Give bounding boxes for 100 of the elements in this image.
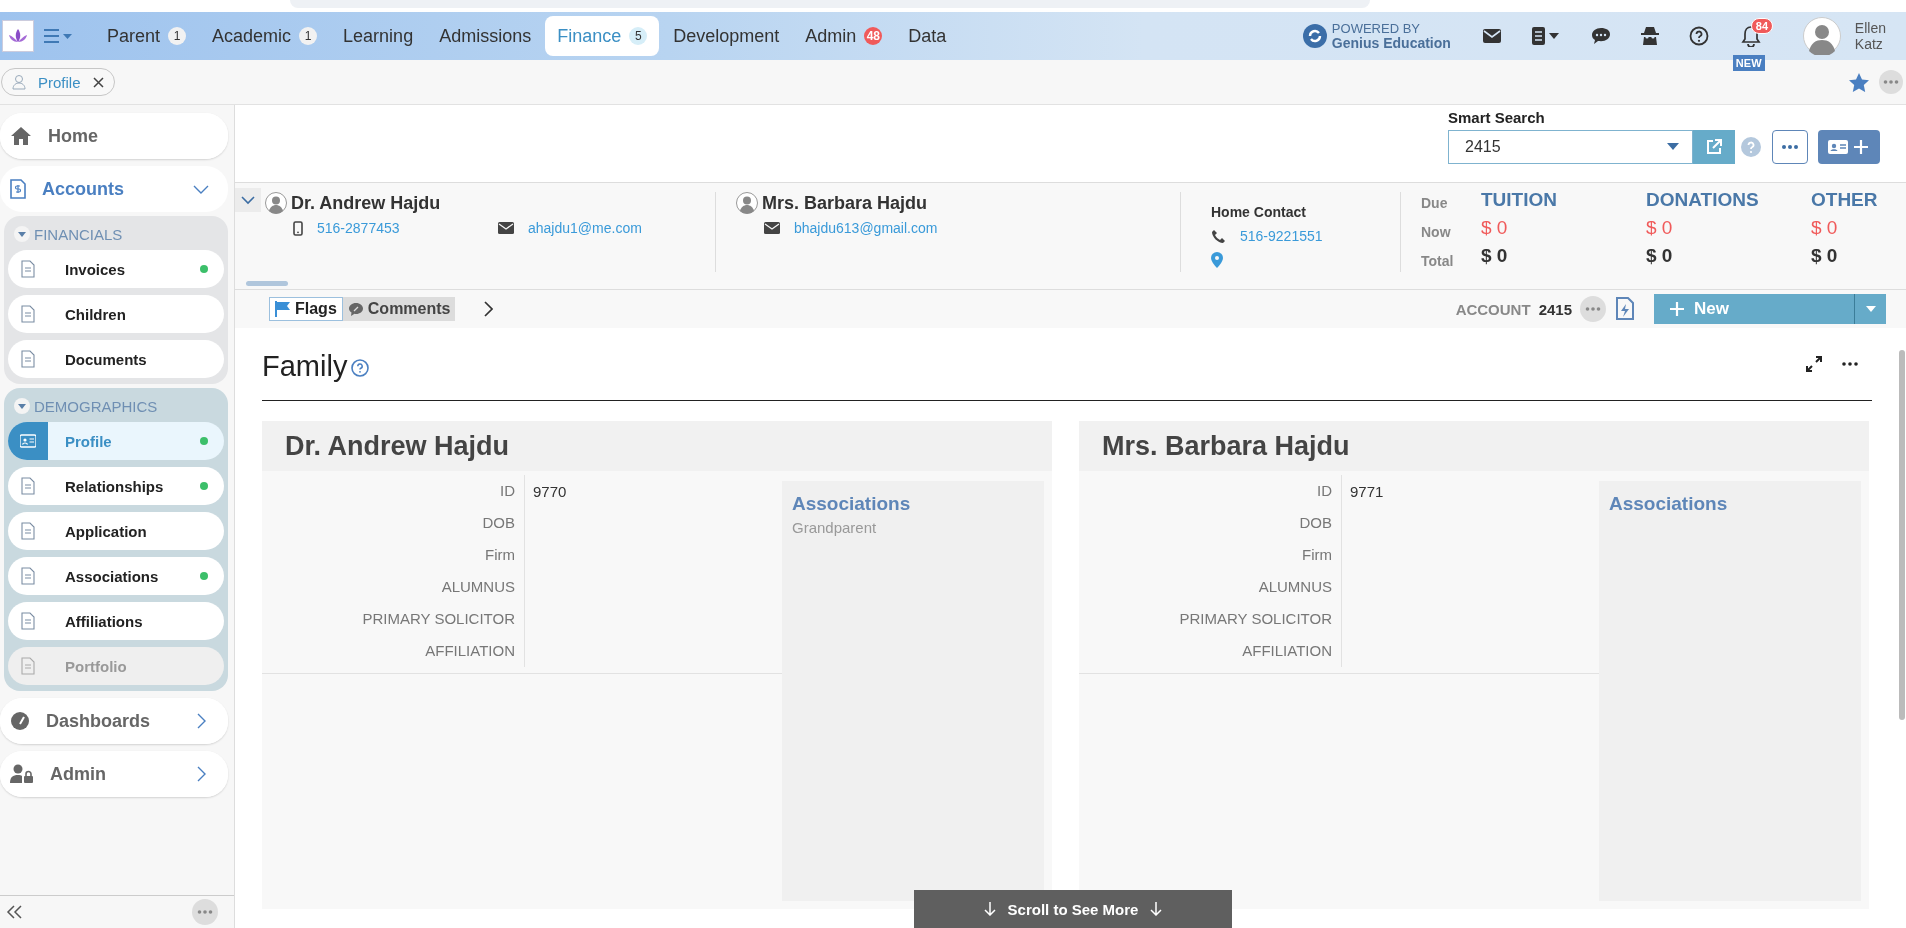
count-badge: 5 — [629, 27, 648, 45]
caret-icon — [1865, 306, 1876, 312]
lotus-logo-icon[interactable] — [2, 20, 34, 52]
field-label: ID — [262, 475, 525, 507]
resize-handle[interactable] — [246, 281, 288, 286]
sidebar-section[interactable]: Home — [0, 113, 228, 159]
flag-icon — [275, 301, 291, 317]
home-contact-label: Home Contact — [1211, 204, 1307, 220]
location-pin-icon[interactable] — [1211, 252, 1223, 268]
member-name: Mrs. Barbara Hajdu — [1102, 430, 1350, 462]
balance-row-label: Due — [1421, 195, 1449, 213]
news-dropdown-icon[interactable] — [1530, 27, 1561, 45]
help-icon[interactable] — [1688, 26, 1709, 46]
more-icon[interactable] — [1842, 362, 1858, 366]
section-title: Family — [262, 349, 348, 383]
spy-icon[interactable] — [1640, 26, 1659, 46]
balance-row-label: Now — [1421, 224, 1452, 242]
star-icon[interactable] — [1849, 72, 1869, 92]
field-label: PRIMARY SOLICITOR — [1079, 603, 1342, 635]
more-button[interactable] — [1772, 130, 1808, 164]
field-label: ID — [1079, 475, 1342, 507]
flag-tab[interactable]: Flags — [269, 297, 343, 321]
sidebar-section[interactable]: Accounts — [0, 166, 228, 212]
contact-name: Dr. Andrew Hajdu — [291, 192, 441, 214]
search-input[interactable]: 2415 — [1463, 137, 1667, 157]
nav-tab[interactable]: Development — [661, 16, 792, 56]
scrollbar[interactable] — [1899, 350, 1905, 720]
document-bolt-icon[interactable] — [1614, 297, 1636, 321]
account-label: ACCOUNT — [1455, 300, 1531, 318]
nav-tab[interactable]: Admin 48 — [793, 16, 895, 56]
chat-icon[interactable] — [1590, 27, 1611, 45]
nav-tab[interactable]: Learning — [331, 16, 426, 56]
sidebar-item[interactable]: Relationships — [8, 467, 224, 505]
mail-icon[interactable] — [1482, 29, 1501, 43]
field-label: AFFILIATION — [1079, 635, 1342, 667]
sidebar-item[interactable]: Application — [8, 512, 224, 550]
group-label: FINANCIALS — [34, 225, 123, 243]
menu-icon[interactable] — [43, 28, 73, 44]
balance-total: $ 0 — [1811, 245, 1839, 267]
chevron-icon[interactable] — [483, 301, 494, 317]
field-value: 9771 — [1350, 482, 1384, 500]
comment-icon — [347, 301, 364, 317]
collapse-caret-icon[interactable] — [14, 226, 30, 242]
smart-search-field[interactable]: 2415 — [1448, 130, 1693, 164]
dropdown-caret-icon[interactable] — [1667, 143, 1679, 151]
flag-tab[interactable]: Comments — [342, 297, 456, 321]
mail-icon — [764, 222, 780, 234]
sidebar-item[interactable]: Invoices — [8, 250, 224, 288]
open-external-button[interactable] — [1693, 130, 1735, 164]
file-icon — [20, 350, 36, 368]
sidebar-item[interactable]: Documents — [8, 340, 224, 378]
nav-tab[interactable]: Admissions — [427, 16, 544, 56]
sidebar-section[interactable]: Dashboards — [0, 698, 228, 744]
plus-icon — [1670, 302, 1684, 316]
balance-title: OTHER — [1811, 189, 1878, 211]
balance-title: DONATIONS — [1646, 189, 1760, 211]
chevron-down-icon — [241, 195, 255, 205]
mail-icon — [498, 222, 514, 234]
gauge-icon — [10, 711, 30, 731]
count-badge: 48 — [864, 27, 883, 45]
nav-tab[interactable]: Data — [896, 16, 959, 56]
sidebar-item[interactable]: Associations — [8, 557, 224, 595]
user-last-name: Katz — [1854, 36, 1884, 52]
user-first-name: Ellen — [1854, 20, 1886, 36]
balance-title: TUITION — [1481, 189, 1558, 211]
nav-tab[interactable]: Finance 5 — [545, 16, 660, 56]
dropdown-caret-button[interactable] — [1854, 294, 1886, 324]
field-label: ALUMNUS — [262, 571, 525, 603]
field-label: DOB — [262, 507, 525, 539]
arrow-down-icon — [983, 902, 996, 916]
nav-tab[interactable]: Academic 1 — [200, 16, 330, 56]
associations-title: Associations — [792, 493, 912, 515]
sidebar-item[interactable]: Children — [8, 295, 224, 333]
sidebar-item[interactable]: Affiliations — [8, 602, 224, 640]
external-link-icon — [1705, 138, 1723, 156]
collapse-caret-icon[interactable] — [14, 398, 30, 414]
double-chevron-icon[interactable] — [6, 905, 24, 919]
balance-total: $ 0 — [1646, 245, 1674, 267]
associations-title: Associations — [1609, 493, 1729, 515]
balance-due-now: $ 0 — [1481, 217, 1509, 239]
association-item: Grandparent — [792, 519, 878, 536]
phone-icon — [1211, 228, 1226, 244]
add-contact-button[interactable] — [1818, 130, 1880, 164]
expand-icon[interactable] — [1806, 356, 1822, 372]
smart-search-label: Smart Search — [1448, 109, 1546, 126]
field-label: DOB — [1079, 507, 1342, 539]
group-label: DEMOGRAPHICS — [34, 397, 158, 415]
member-name: Dr. Andrew Hajdu — [285, 430, 510, 462]
arrow-down-icon — [1150, 902, 1163, 916]
nav-tab[interactable]: Parent 1 — [95, 16, 199, 56]
count-badge: 1 — [299, 27, 318, 45]
field-label: Firm — [262, 539, 525, 571]
collapse-button[interactable] — [235, 188, 261, 212]
id-card-icon — [20, 432, 36, 450]
avatar-icon[interactable] — [1802, 17, 1841, 55]
brand-name: Genius Education — [1331, 36, 1451, 50]
scroll-more-button[interactable]: Scroll to See More — [914, 890, 1232, 928]
close-icon[interactable] — [92, 76, 104, 88]
sidebar-section[interactable]: Admin — [0, 751, 228, 797]
avatar-icon — [736, 192, 758, 214]
